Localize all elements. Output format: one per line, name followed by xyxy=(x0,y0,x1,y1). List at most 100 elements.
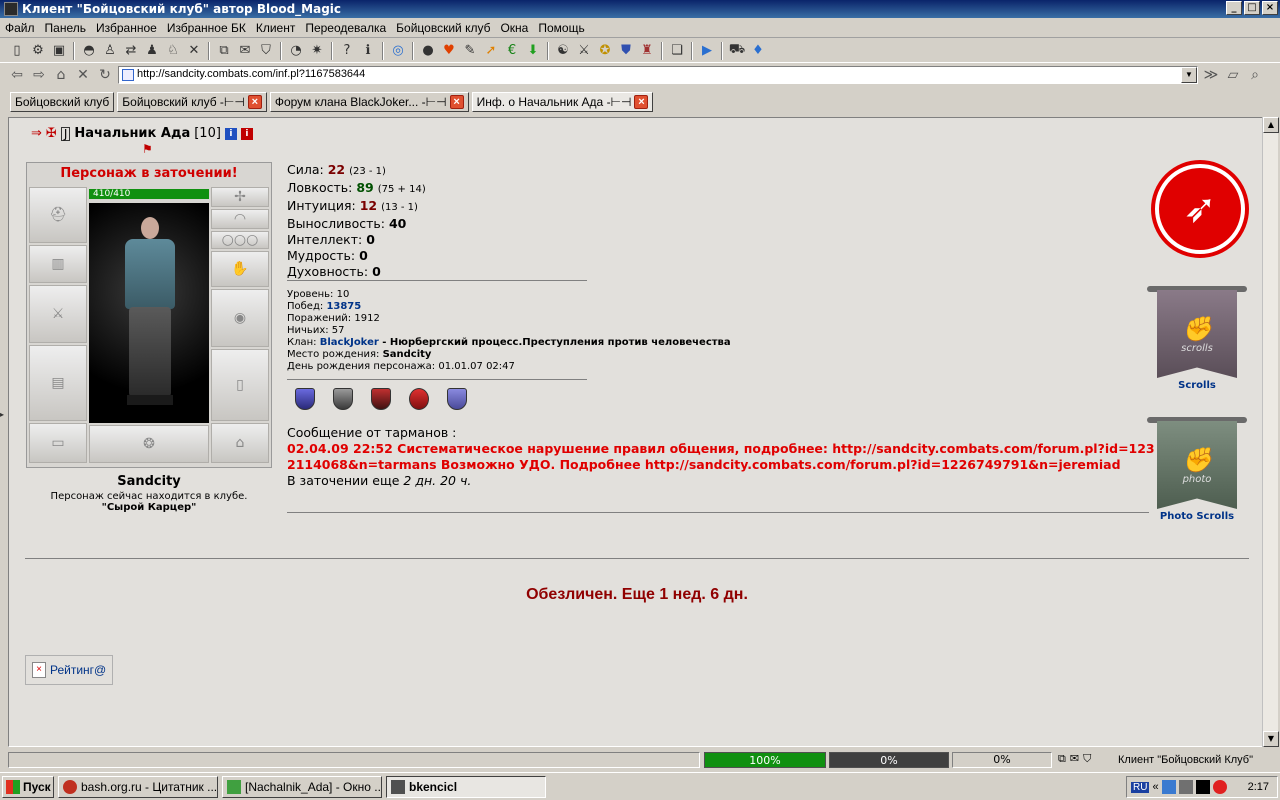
search-icon[interactable]: ⌕ xyxy=(1246,66,1264,84)
medal-icon[interactable] xyxy=(409,388,429,410)
castle-icon[interactable]: ♜ xyxy=(638,42,656,60)
task-bkencicl[interactable]: bkencicl xyxy=(386,775,546,798)
tab-fight-club-2[interactable]: Бойцовский клуб -⊢⊣ × xyxy=(117,92,267,112)
mail-icon[interactable]: ✉ xyxy=(236,42,254,60)
euro-icon[interactable]: € xyxy=(503,42,521,60)
language-indicator[interactable]: RU xyxy=(1131,781,1150,793)
minimize-button[interactable]: _ xyxy=(1226,1,1242,15)
yin-yang-icon[interactable]: ☯ xyxy=(554,42,572,60)
medal-icon[interactable] xyxy=(447,388,467,410)
start-button[interactable]: Пуск xyxy=(2,775,54,798)
tab-char-info[interactable]: Инф. о Начальник Ада -⊢⊣ × xyxy=(471,92,654,112)
arrow-right-icon[interactable]: ⇒ xyxy=(31,126,42,141)
amulet-slot[interactable]: ◠ xyxy=(211,209,269,229)
shield-slot[interactable]: ◉ xyxy=(211,289,269,347)
belt-slot[interactable]: ▭ xyxy=(29,423,87,463)
maximize-button[interactable]: □ xyxy=(1244,1,1260,15)
url-input[interactable]: http://sandcity.combats.com/inf.pl?11675… xyxy=(118,66,1198,84)
armor-icon[interactable]: ⛊ xyxy=(617,42,635,60)
home-icon[interactable]: ⌂ xyxy=(52,66,70,84)
back-icon[interactable]: ⇦ xyxy=(8,66,26,84)
close-button[interactable]: × xyxy=(1262,1,1278,15)
medal-icon[interactable] xyxy=(295,388,315,410)
heart-icon[interactable]: ♥ xyxy=(440,42,458,60)
menu-fight-club[interactable]: Бойцовский клуб xyxy=(391,21,495,35)
url-dropdown-button[interactable]: ▼ xyxy=(1181,67,1197,83)
armor-slot[interactable]: ▤ xyxy=(29,345,87,421)
info-icon[interactable]: i xyxy=(224,127,237,140)
refresh-icon[interactable]: ↻ xyxy=(96,66,114,84)
person-icon[interactable]: ♘ xyxy=(164,42,182,60)
helmet-slot[interactable]: ⛑ xyxy=(29,187,87,243)
terminal-icon[interactable] xyxy=(1195,780,1210,794)
tab-fight-club-1[interactable]: Бойцовский клуб xyxy=(10,92,115,112)
transfer-icon[interactable]: ⇄ xyxy=(122,42,140,60)
bug-icon[interactable]: ✷ xyxy=(308,42,326,60)
go-icon[interactable]: ≫ xyxy=(1202,66,1220,84)
scrolls-link[interactable]: Scrolls xyxy=(1142,380,1252,391)
stop-icon[interactable]: ✕ xyxy=(74,66,92,84)
copy-icon[interactable]: ⧉ xyxy=(1058,752,1066,766)
helmet-icon[interactable]: ◓ xyxy=(80,42,98,60)
scroll-icon[interactable]: ✎ xyxy=(461,42,479,60)
tray-expand-icon[interactable]: « xyxy=(1152,781,1158,793)
copy-icon[interactable]: ⧉ xyxy=(215,42,233,60)
earrings-slot[interactable]: ✢ xyxy=(211,187,269,207)
legs-slot[interactable]: ▯ xyxy=(211,349,269,421)
menu-favorites-bk[interactable]: Избранное БК xyxy=(162,21,251,35)
chat-icon[interactable]: ◔ xyxy=(287,42,305,60)
photo-scrolls-banner[interactable]: ✊ photo xyxy=(1147,417,1247,513)
arrow-icon[interactable]: ➚ xyxy=(482,42,500,60)
menu-favorites[interactable]: Избранное xyxy=(91,21,162,35)
gloves-slot[interactable]: ✋ xyxy=(211,251,269,287)
tab-clan-forum[interactable]: Форум клана BlackJoker... -⊢⊣ × xyxy=(269,92,469,112)
rings-slot[interactable]: ○○○ xyxy=(211,231,269,249)
tab-close-icon[interactable]: × xyxy=(449,95,464,109)
help-icon[interactable]: ? xyxy=(338,42,356,60)
task-bash[interactable]: bash.org.ru - Цитатник ... xyxy=(58,775,218,798)
medal-icon[interactable] xyxy=(371,388,391,410)
menu-windows[interactable]: Окна xyxy=(495,21,533,35)
task-notepad[interactable]: [Nachalnik_Ada] - Окно ... xyxy=(222,775,382,798)
bracers-slot[interactable]: ▥ xyxy=(29,245,87,283)
user-icon[interactable]: ♙ xyxy=(101,42,119,60)
rating-badge[interactable]: × Рейтинг@ xyxy=(25,655,113,685)
forward-icon[interactable]: ⇨ xyxy=(30,66,48,84)
panel-toggle-icon[interactable]: ▸ xyxy=(0,410,8,420)
menu-client[interactable]: Клиент xyxy=(251,21,301,35)
menu-file[interactable]: Файл xyxy=(0,21,40,35)
diamond-icon[interactable]: ♦ xyxy=(749,42,767,60)
medal-icon[interactable]: ✪ xyxy=(596,42,614,60)
opera-icon[interactable] xyxy=(1212,780,1227,794)
globe-icon[interactable]: ◎ xyxy=(389,42,407,60)
inventory-icon[interactable]: ▣ xyxy=(50,42,68,60)
play-icon[interactable]: ▶ xyxy=(698,42,716,60)
info-icon[interactable]: ℹ xyxy=(359,42,377,60)
boots-slot[interactable]: ⌂ xyxy=(211,423,269,463)
crossed-swords-icon[interactable]: ⚔ xyxy=(575,42,593,60)
clan-link[interactable]: BlackJoker xyxy=(320,337,379,348)
mail-icon[interactable]: ✉ xyxy=(1070,752,1079,766)
gear-icon[interactable]: ⚙ xyxy=(29,42,47,60)
scrolls-banner[interactable]: ✊ scrolls xyxy=(1147,286,1247,382)
bomb-icon[interactable]: ● xyxy=(419,42,437,60)
tray-app-icon[interactable] xyxy=(1178,780,1193,794)
info-red-icon[interactable]: i xyxy=(240,127,253,140)
shield-icon[interactable]: ⛉ xyxy=(1083,752,1091,766)
panel-icon[interactable]: ▯ xyxy=(8,42,26,60)
medal-icon[interactable] xyxy=(333,388,353,410)
shield-icon[interactable]: ⛉ xyxy=(257,42,275,60)
menu-help[interactable]: Помощь xyxy=(533,21,589,35)
tools-icon[interactable]: ✕ xyxy=(185,42,203,60)
bookmark-icon[interactable]: ▱ xyxy=(1224,66,1242,84)
down-arrow-icon[interactable]: ⬇ xyxy=(524,42,542,60)
cart-icon[interactable]: ⛟ xyxy=(728,42,746,60)
cards-icon[interactable]: ❏ xyxy=(668,42,686,60)
network-icon[interactable] xyxy=(1161,780,1176,794)
tab-close-icon[interactable]: × xyxy=(247,95,262,109)
tab-close-icon[interactable]: × xyxy=(634,95,649,109)
weapon-slot[interactable]: ⚔ xyxy=(29,285,87,343)
menu-panel[interactable]: Панель xyxy=(40,21,91,35)
scroll-up-button[interactable]: ▲ xyxy=(1263,117,1279,133)
vertical-scrollbar[interactable]: ▲ ▼ xyxy=(1262,117,1279,747)
